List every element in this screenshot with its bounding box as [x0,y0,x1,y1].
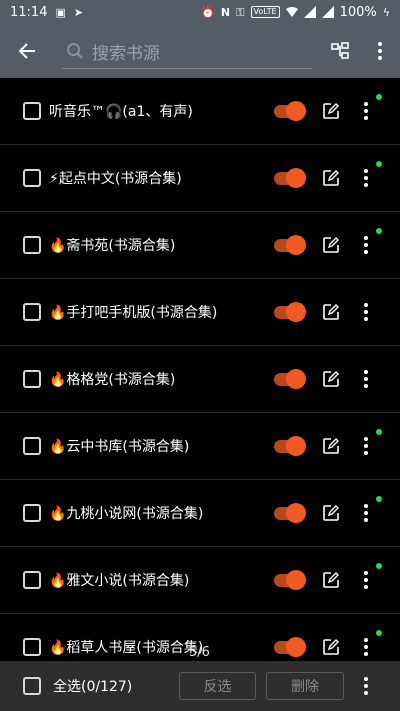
app-bar: 搜索书源 [0,24,400,78]
back-button[interactable] [0,24,54,78]
source-name: 🔥九桃小说网(书源合集) [49,506,204,522]
source-more-button[interactable] [356,233,376,257]
source-enable-switch[interactable] [274,168,306,188]
source-row[interactable]: ⚡起点中文(书源合集) [0,145,400,212]
source-checkbox[interactable] [23,169,41,187]
source-more-button[interactable] [356,568,376,592]
image-notification-icon: ▣ [55,5,66,19]
volte-icon: VoLTE [250,6,280,18]
source-row[interactable]: 🔥格格党(书源合集) [0,346,400,413]
source-row[interactable]: 🔥九桃小说网(书源合集) [0,480,400,547]
update-dot [376,161,382,167]
update-dot [376,94,382,100]
source-checkbox[interactable] [23,571,41,589]
source-checkbox[interactable] [23,437,41,455]
source-more-button[interactable] [356,166,376,190]
source-name: 🔥稻草人书屋(书源合集) [49,640,204,656]
source-enable-switch[interactable] [274,570,306,590]
invert-selection-button[interactable]: 反选 [179,672,256,700]
bottom-bar: 全选(0/127) 反选 删除 [0,661,400,711]
status-time: 11:14 [10,4,48,20]
charging-icon: ϟ [382,5,390,19]
delete-button[interactable]: 删除 [266,672,344,700]
source-name: 听音乐™🎧(a1、有声) [49,104,193,120]
send-notification-icon: ➤ [73,5,84,19]
source-name: 🔥云中书库(书源合集) [49,439,190,455]
source-name: 🔥斋书苑(书源合集) [49,238,176,254]
source-name: ⚡起点中文(书源合集) [49,171,182,187]
source-row[interactable]: 听音乐™🎧(a1、有声) [0,78,400,145]
source-checkbox[interactable] [23,638,41,656]
bottom-more-button[interactable] [356,674,376,698]
source-checkbox[interactable] [23,303,41,321]
source-more-button[interactable] [356,300,376,324]
source-enable-switch[interactable] [274,503,306,523]
signal-icon-1 [303,6,316,18]
group-icon [331,42,349,59]
nfc-icon: N [220,5,231,19]
source-enable-switch[interactable] [274,235,306,255]
edit-icon[interactable] [322,370,340,388]
search-underline [62,68,312,69]
source-more-button[interactable] [356,635,376,659]
overflow-menu-button[interactable] [360,24,400,78]
source-checkbox[interactable] [23,504,41,522]
search-field[interactable]: 搜索书源 [62,31,312,71]
source-enable-switch[interactable] [274,637,306,657]
search-placeholder: 搜索书源 [92,43,160,64]
update-dot [376,563,382,569]
edit-icon[interactable] [322,303,340,321]
edit-icon[interactable] [322,504,340,522]
page-indicator: 5/6 [189,645,210,660]
alarm-icon: ⏰ [201,5,215,19]
source-more-button[interactable] [356,501,376,525]
source-name: 🔥雅文小说(书源合集) [49,573,190,589]
source-list[interactable]: 听音乐™🎧(a1、有声) ⚡起点中文(书源合集) 🔥斋书苑(书源合集) 🔥手打吧手机版… [0,78,400,661]
back-arrow-icon [18,43,35,59]
source-row[interactable]: 🔥手打吧手机版(书源合集) [0,279,400,346]
signal-icon-2 [321,6,334,18]
update-dot [376,630,382,636]
edit-icon[interactable] [322,571,340,589]
source-row[interactable]: 🔥雅文小说(书源合集) [0,547,400,614]
source-enable-switch[interactable] [274,369,306,389]
edit-icon[interactable] [322,102,340,120]
select-all-label[interactable]: 全选(0/127) [53,676,163,696]
update-dot [376,496,382,502]
source-row[interactable]: 🔥斋书苑(书源合集) [0,212,400,279]
more-vert-icon [370,39,390,63]
source-more-button[interactable] [356,367,376,391]
source-name: 🔥手打吧手机版(书源合集) [49,305,218,321]
edit-icon[interactable] [322,638,340,656]
source-checkbox[interactable] [23,236,41,254]
source-enable-switch[interactable] [274,101,306,121]
update-dot [376,429,382,435]
edit-icon[interactable] [322,437,340,455]
edit-icon[interactable] [322,236,340,254]
source-name: 🔥格格党(书源合集) [49,372,176,388]
edit-icon[interactable] [322,169,340,187]
wifi-icon [285,7,298,17]
group-button[interactable] [320,24,360,78]
source-more-button[interactable] [356,434,376,458]
source-checkbox[interactable] [23,370,41,388]
select-all-checkbox[interactable] [23,677,41,695]
source-row[interactable]: 🔥云中书库(书源合集) [0,413,400,480]
search-icon [62,38,88,64]
source-enable-switch[interactable] [274,436,306,456]
source-checkbox[interactable] [23,102,41,120]
update-dot [376,228,382,234]
status-bar: 11:14 ▣ ➤ ⏰ N ⚿ VoLTE 100% ϟ [0,0,400,24]
battery-percent: 100% [339,4,377,20]
source-more-button[interactable] [356,99,376,123]
source-enable-switch[interactable] [274,302,306,322]
key-icon: ⚿ [236,5,245,19]
